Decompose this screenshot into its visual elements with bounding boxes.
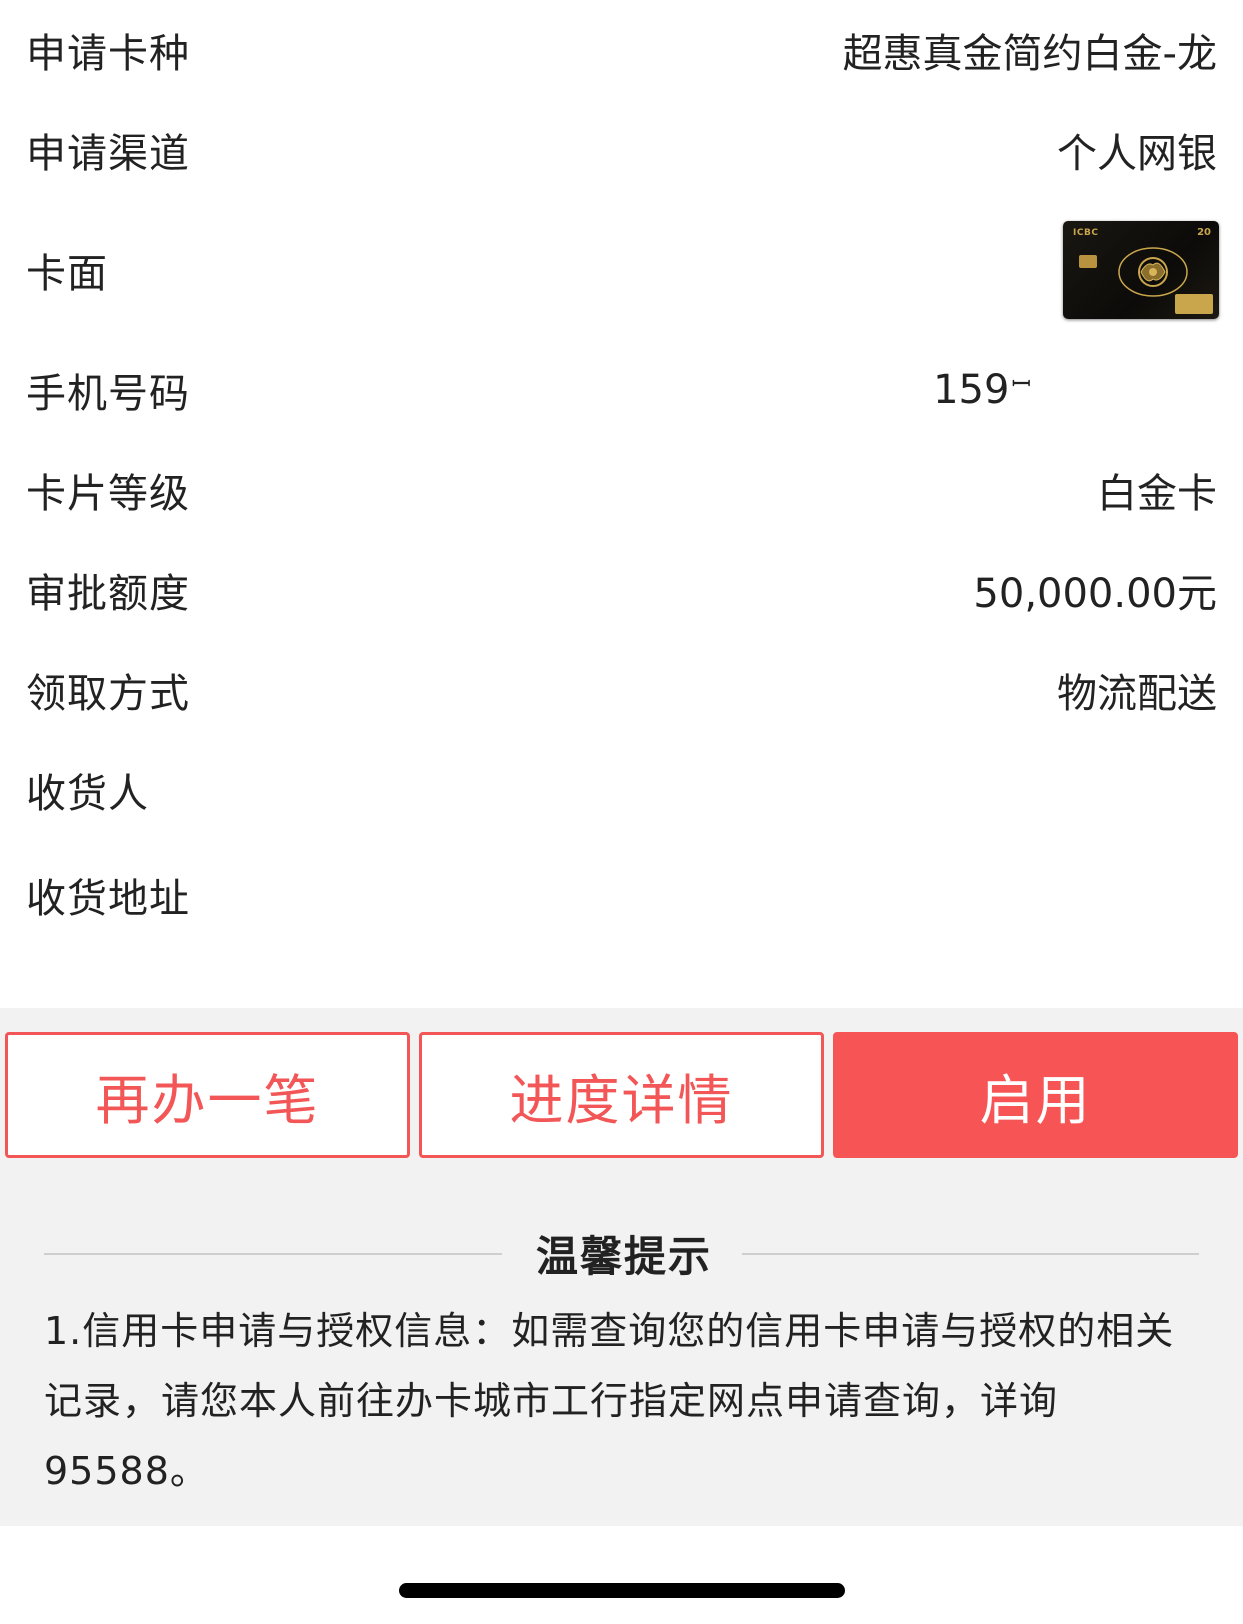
row-card-level: 卡片等级 白金卡 — [0, 440, 1243, 540]
application-details: 申请卡种 超惠真金简约白金-龙 申请渠道 个人网银 卡面 ICBC 20 手机号… — [0, 0, 1243, 1008]
home-indicator[interactable] — [399, 1583, 845, 1598]
row-recipient: 收货人 — [0, 740, 1243, 840]
apply-again-button[interactable]: 再办一笔 — [5, 1032, 410, 1158]
tips-text: 1.信用卡申请与授权信息：如需查询您的信用卡申请与授权的相关记录，请您本人前往办… — [44, 1309, 1175, 1493]
dragon-emblem-icon — [1118, 247, 1188, 297]
card-level-label: 卡片等级 — [26, 471, 190, 517]
channel-label: 申请渠道 — [26, 131, 190, 177]
application-detail-page: 申请卡种 超惠真金简约白金-龙 申请渠道 个人网银 卡面 ICBC 20 手机号… — [0, 0, 1243, 1624]
phone-number: 159 — [933, 367, 1010, 413]
card-network-logo — [1175, 294, 1213, 314]
card-type-value: 超惠真金简约白金-龙 — [842, 31, 1217, 77]
row-pickup-method: 领取方式 物流配送 — [0, 640, 1243, 740]
card-level-value: 白金卡 — [1097, 471, 1217, 517]
pickup-method-value: 物流配送 — [1057, 671, 1217, 717]
card-anniversary-badge: 20 — [1197, 227, 1211, 238]
recipient-label: 收货人 — [26, 771, 149, 817]
phone-value: 159ꟷ — [933, 367, 1031, 413]
address-label: 收货地址 — [26, 876, 190, 922]
progress-details-button[interactable]: 进度详情 — [419, 1032, 824, 1158]
row-phone: 手机号码 159ꟷ — [0, 340, 1243, 440]
card-type-label: 申请卡种 — [26, 31, 190, 77]
credit-limit-label: 审批额度 — [26, 571, 190, 617]
activate-button[interactable]: 启用 — [833, 1032, 1238, 1158]
card-chip-icon — [1079, 255, 1097, 268]
masked-mark-icon: ꟷ — [1011, 370, 1031, 398]
tips-title: 温馨提示 — [535, 1231, 712, 1281]
card-face-label: 卡面 — [26, 251, 108, 297]
pickup-method-label: 领取方式 — [26, 671, 190, 717]
tips-header: 温馨提示 — [44, 1218, 1199, 1288]
row-credit-limit: 审批额度 50,000.00元 — [0, 540, 1243, 640]
tips-divider-right — [742, 1253, 1199, 1255]
channel-value: 个人网银 — [1057, 131, 1217, 177]
phone-label: 手机号码 — [26, 371, 190, 417]
row-card-type: 申请卡种 超惠真金简约白金-龙 — [0, 0, 1243, 100]
row-card-face: 卡面 ICBC 20 — [0, 200, 1243, 340]
card-bank-logo: ICBC — [1073, 228, 1099, 238]
card-face-image[interactable]: ICBC 20 — [1063, 221, 1219, 319]
row-channel: 申请渠道 个人网银 — [0, 100, 1243, 200]
tips-divider-left — [44, 1253, 502, 1255]
credit-limit-value: 50,000.00元 — [973, 571, 1217, 617]
row-address: 收货地址 — [0, 840, 1243, 950]
